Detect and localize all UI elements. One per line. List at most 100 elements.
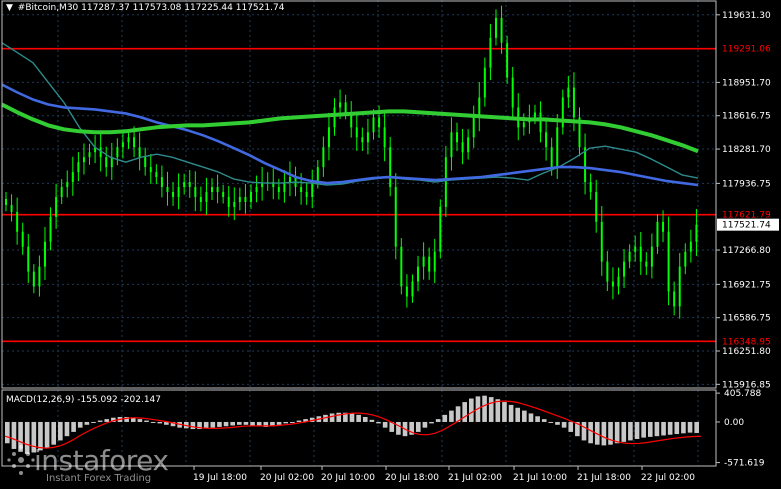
price-tick-label-8: 117266.80 <box>722 246 771 256</box>
price-tick-label-5: 117936.75 <box>722 179 771 189</box>
macd-bar-98 <box>654 421 660 437</box>
candle-body-57 <box>322 147 325 168</box>
candle-body-41 <box>233 201 236 207</box>
candle-body-98 <box>550 147 553 168</box>
macd-bar-95 <box>634 421 640 440</box>
macd-bar-94 <box>628 421 633 441</box>
macd-bar-90 <box>601 421 607 446</box>
macd-bar-73 <box>488 397 494 422</box>
macd-bar-75 <box>502 402 507 422</box>
macd-bar-74 <box>495 399 501 422</box>
candle-body-25 <box>144 157 147 168</box>
level-label-0: 119291.06 <box>722 45 771 55</box>
time-label-5: 21 Jul 10:00 <box>513 473 567 483</box>
macd-bar-59 <box>396 421 401 435</box>
candle-body-24 <box>138 147 141 158</box>
candle-body-6 <box>38 266 41 287</box>
macd-bar-72 <box>482 395 487 422</box>
candle-body-100 <box>561 97 564 128</box>
macd-bar-96 <box>641 421 646 438</box>
candle-body-35 <box>199 196 202 202</box>
candle-body-122 <box>684 251 687 267</box>
candle-body-70 <box>394 187 397 247</box>
candle-body-66 <box>372 117 375 133</box>
candle-body-60 <box>339 102 342 108</box>
symbol-timeframe: #Bitcoin,M30 <box>17 3 79 13</box>
candle-body-33 <box>188 182 191 188</box>
macd-bar-103 <box>687 421 693 433</box>
macd-bar-44 <box>296 420 302 422</box>
candle-body-63 <box>355 127 358 138</box>
candle-body-109 <box>611 281 614 287</box>
macd-bar-28 <box>190 421 196 430</box>
candle-body-107 <box>600 221 603 262</box>
macd-bar-92 <box>614 421 620 444</box>
macd-bar-52 <box>349 413 355 422</box>
ohlc-values: 117287.37 117573.08 117225.44 117521.74 <box>81 3 285 13</box>
candle-body-78 <box>439 206 442 252</box>
candle-body-1 <box>10 204 13 212</box>
candle-body-108 <box>606 261 609 282</box>
candle-body-106 <box>595 192 598 222</box>
macd-tick-label-1: 0.00 <box>724 418 744 428</box>
macd-bar-34 <box>230 421 235 426</box>
candle-body-5 <box>32 271 35 287</box>
macd-bar-77 <box>515 407 521 422</box>
macd-bar-22 <box>150 421 156 423</box>
price-tick-label-4: 118281.70 <box>722 145 771 155</box>
candle-body-76 <box>428 256 431 272</box>
macd-bar-35 <box>237 421 242 425</box>
trading-chart[interactable]: 119631.30 118951.70 118616.75 118281.70 1179… <box>0 0 781 489</box>
candle-body-115 <box>645 261 648 267</box>
price-tick-label-9: 116921.75 <box>722 280 771 290</box>
candle-body-10 <box>60 187 63 197</box>
candle-body-97 <box>545 132 548 148</box>
price-tick-label-3: 118616.75 <box>722 112 771 122</box>
candle-body-79 <box>444 157 447 207</box>
candle-body-34 <box>194 187 197 197</box>
macd-bar-85 <box>568 421 574 432</box>
candle-body-20 <box>116 147 119 158</box>
chart-background <box>0 0 781 489</box>
candle-body-38 <box>216 187 219 193</box>
candle-body-32 <box>183 182 186 188</box>
price-tick-label-2: 118951.70 <box>722 78 771 88</box>
macd-bar-102 <box>681 421 686 434</box>
candle-body-90 <box>506 42 509 78</box>
time-label-3: 20 Jul 18:00 <box>385 473 439 483</box>
macd-bar-55 <box>369 419 375 422</box>
macd-bar-62 <box>415 421 421 432</box>
brand-tagline: Instant Forex Trading <box>46 473 152 484</box>
macd-bar-66 <box>442 414 448 422</box>
candle-body-89 <box>500 17 503 43</box>
candle-body-27 <box>155 172 158 178</box>
candle-body-80 <box>450 132 453 158</box>
candle-body-113 <box>634 246 637 252</box>
macd-bar-13 <box>91 421 96 423</box>
candle-body-23 <box>133 137 136 148</box>
candle-body-29 <box>166 187 169 193</box>
candle-body-31 <box>177 187 180 197</box>
candle-body-18 <box>105 157 108 168</box>
candle-body-39 <box>222 192 225 197</box>
candle-body-124 <box>695 224 698 242</box>
candle-body-56 <box>316 167 319 183</box>
time-label-6: 21 Jul 18:00 <box>577 473 631 483</box>
candle-body-59 <box>333 107 336 128</box>
candle-body-49 <box>277 187 280 193</box>
candle-body-13 <box>77 162 80 173</box>
candle-body-116 <box>650 246 653 267</box>
candle-body-68 <box>383 127 386 148</box>
price-tick-label-12: 116251.80 <box>722 347 771 357</box>
candle-body-53 <box>300 187 303 193</box>
candle-body-40 <box>227 196 230 207</box>
dropdown-arrow-icon[interactable]: ▼ <box>6 3 13 13</box>
macd-bar-23 <box>157 421 163 424</box>
macd-bar-99 <box>661 421 666 436</box>
candle-body-84 <box>472 117 475 138</box>
current-price-label: 117521.74 <box>722 221 771 231</box>
level-label-2: 116348.95 <box>722 337 771 347</box>
macd-bar-67 <box>449 410 454 422</box>
macd-bar-14 <box>97 420 103 422</box>
candle-body-8 <box>49 216 52 242</box>
